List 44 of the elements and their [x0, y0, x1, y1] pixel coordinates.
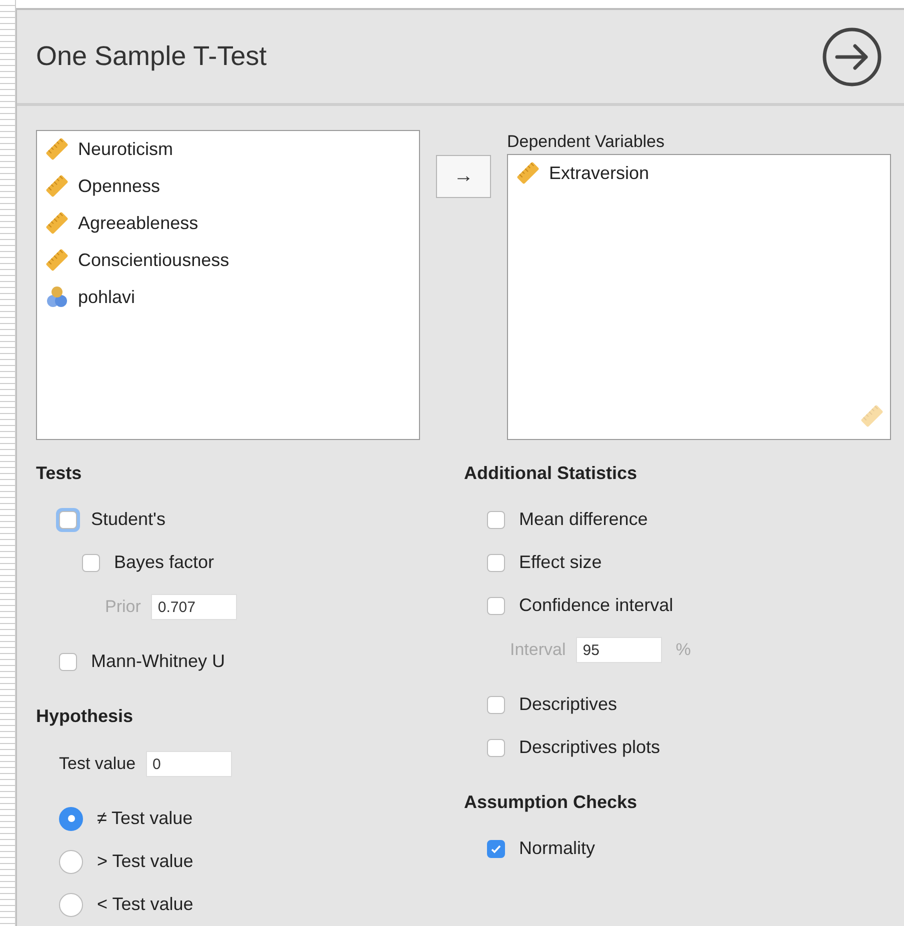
- variable-name[interactable]: Neuroticism: [78, 138, 174, 160]
- checkbox-label[interactable]: Bayes factor: [114, 552, 214, 573]
- checkbox-label[interactable]: Normality: [519, 838, 596, 859]
- checkbox[interactable]: [487, 554, 505, 572]
- unit-label: %: [676, 640, 691, 660]
- section-heading: Hypothesis: [36, 705, 134, 728]
- field-label: Test value: [59, 754, 136, 774]
- radio-label[interactable]: ≠ Test value: [97, 808, 193, 829]
- radio-label[interactable]: < Test value: [97, 894, 194, 915]
- checkbox[interactable]: [82, 554, 100, 572]
- check-icon: [490, 842, 502, 854]
- checkbox-label[interactable]: Descriptives: [519, 694, 618, 715]
- input-field[interactable]: 0: [146, 751, 232, 777]
- nominal-variable-icon: [45, 285, 69, 309]
- section-heading: Assumption Checks: [464, 791, 638, 814]
- radio-label[interactable]: > Test value: [97, 851, 194, 872]
- checkbox-label[interactable]: Confidence interval: [519, 595, 674, 616]
- field-label: Prior: [105, 597, 141, 617]
- checkbox-label[interactable]: Descriptives plots: [519, 737, 660, 758]
- variable-name[interactable]: Agreeableness: [78, 212, 198, 234]
- checkbox-label[interactable]: Mann-Whitney U: [91, 651, 226, 672]
- field-label: Interval: [510, 640, 566, 660]
- checkbox-label[interactable]: Effect size: [519, 552, 602, 573]
- checkbox[interactable]: [487, 596, 505, 614]
- move-button[interactable]: →: [436, 155, 491, 198]
- section-heading: Tests: [36, 462, 83, 485]
- panel-title: One Sample T-Test: [36, 41, 267, 72]
- radio-button[interactable]: [59, 892, 83, 916]
- radio-button[interactable]: [59, 850, 83, 874]
- variable-name[interactable]: Conscientiousness: [78, 250, 230, 270]
- checkbox[interactable]: [487, 696, 505, 714]
- list-label: Dependent Variables: [507, 131, 666, 153]
- checkbox[interactable]: [487, 510, 505, 528]
- section-heading: Additional Statistics: [464, 462, 638, 485]
- checkbox-label[interactable]: Mean difference: [519, 509, 648, 530]
- variable-name[interactable]: pohlavi: [78, 286, 136, 308]
- variable-name[interactable]: Extraversion: [549, 162, 650, 184]
- radio-button[interactable]: [59, 806, 83, 830]
- arrow-circle-icon[interactable]: [822, 26, 882, 86]
- checkbox[interactable]: [59, 652, 77, 670]
- checkbox[interactable]: [487, 738, 505, 756]
- checkbox[interactable]: [487, 840, 505, 858]
- checkbox-label[interactable]: Student's: [91, 509, 166, 530]
- variable-name[interactable]: Openness: [78, 176, 160, 196]
